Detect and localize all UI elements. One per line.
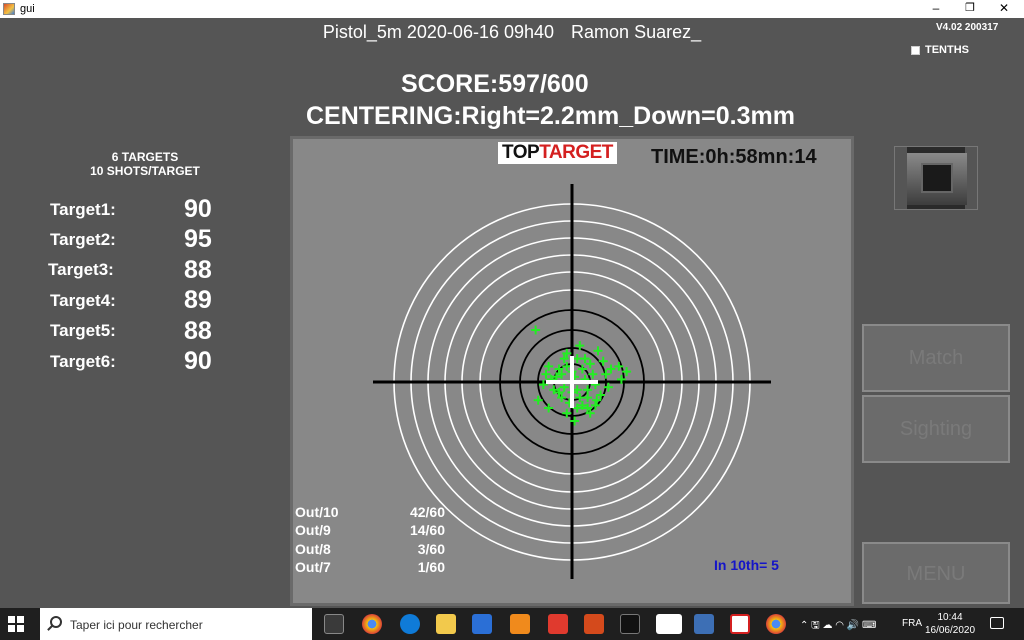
target-score: 90 xyxy=(184,347,212,375)
in-tenth-count: In 10th= 5 xyxy=(714,557,779,573)
stat-label: Out/9 xyxy=(295,522,331,538)
chrome-icon[interactable] xyxy=(362,614,382,634)
target-score: 95 xyxy=(184,225,212,253)
app-icon-black[interactable] xyxy=(620,614,640,634)
shooter-name: Ramon Suarez_ xyxy=(571,22,702,42)
window-title: gui xyxy=(20,3,35,15)
office-icon[interactable] xyxy=(584,614,604,634)
app-icon xyxy=(3,3,15,15)
maximize-button[interactable]: ❐ xyxy=(952,0,988,18)
system-tray-icons[interactable]: ⌃ 🖫 ☁ ◠ 🔊 ⌨ xyxy=(800,618,876,635)
stat-value: 3/60 xyxy=(417,541,445,557)
target-label: Target6: xyxy=(50,352,116,371)
target-label: Target4: xyxy=(50,291,116,310)
session-header: Pistol_5m 2020-06-16 09h40 Ramon Suarez_ xyxy=(0,22,1024,43)
target-score: 90 xyxy=(184,195,212,223)
target-label: Target3: xyxy=(48,260,114,279)
store-icon[interactable] xyxy=(472,614,492,634)
stat-value: 14/60 xyxy=(409,522,445,538)
toptarget-app-icon[interactable] xyxy=(730,614,750,634)
stat-label: Out/8 xyxy=(295,541,331,557)
target-label: Target2: xyxy=(50,230,116,249)
notification-icon[interactable] xyxy=(990,617,1004,629)
menu-button[interactable]: MENU xyxy=(862,542,1010,604)
clock-time: 10:44 xyxy=(937,612,963,623)
stat-value: 1/60 xyxy=(417,559,445,575)
close-button[interactable]: ✕ xyxy=(986,0,1022,18)
window-titlebar: gui – ❐ ✕ xyxy=(0,0,1024,18)
file-explorer-icon[interactable] xyxy=(436,614,456,634)
version-label: V4.02 200317 xyxy=(936,22,999,33)
targets-summary: 6 TARGETS 10 SHOTS/TARGET xyxy=(60,150,230,178)
target-score: 88 xyxy=(184,256,212,284)
target-score: 89 xyxy=(184,286,212,314)
tenths-checkbox[interactable] xyxy=(911,45,920,55)
sighting-button[interactable]: Sighting xyxy=(862,395,1010,463)
camera-preview xyxy=(894,146,978,210)
shots-per-target: 10 SHOTS/TARGET xyxy=(90,164,200,178)
target-label: Target1: xyxy=(50,200,116,219)
search-icon xyxy=(50,616,62,628)
minimize-button[interactable]: – xyxy=(918,0,954,18)
stat-value: 42/60 xyxy=(409,504,445,520)
edge-icon[interactable] xyxy=(400,614,420,634)
total-score: SCORE:597/600 xyxy=(401,70,589,98)
stat-label: Out/7 xyxy=(295,559,331,575)
chrome-icon-2[interactable] xyxy=(766,614,786,634)
centering-readout: CENTERING:Right=2.2mm_Down=0.3mm xyxy=(306,102,795,130)
target-label: Target5: xyxy=(50,321,116,340)
windows-taskbar: Taper ici pour rechercher ⌃ 🖫 ☁ ◠ 🔊 ⌨ FR… xyxy=(0,608,1024,640)
start-windows-icon[interactable] xyxy=(8,616,24,632)
target-score: 88 xyxy=(184,317,212,345)
stat-label: Out/10 xyxy=(295,504,339,520)
session-info: Pistol_5m 2020-06-16 09h40 xyxy=(322,22,555,42)
app-icon-blue[interactable] xyxy=(694,614,714,634)
taskbar-clock[interactable]: 10:44 16/06/2020 xyxy=(924,611,976,637)
calculator-icon[interactable] xyxy=(548,614,568,634)
task-view-icon[interactable] xyxy=(324,614,344,634)
targets-count: 6 TARGETS xyxy=(111,150,179,164)
search-placeholder: Taper ici pour rechercher xyxy=(70,618,203,632)
tenths-label: TENTHS xyxy=(925,44,969,56)
match-button[interactable]: Match xyxy=(862,324,1010,392)
tenths-toggle[interactable]: TENTHS xyxy=(911,44,969,56)
clock-date: 16/06/2020 xyxy=(924,625,976,636)
input-language[interactable]: FRA xyxy=(902,618,922,629)
vlc-icon[interactable] xyxy=(510,614,530,634)
app-icon-white[interactable] xyxy=(656,614,682,634)
taskbar-search[interactable]: Taper ici pour rechercher xyxy=(40,608,312,640)
